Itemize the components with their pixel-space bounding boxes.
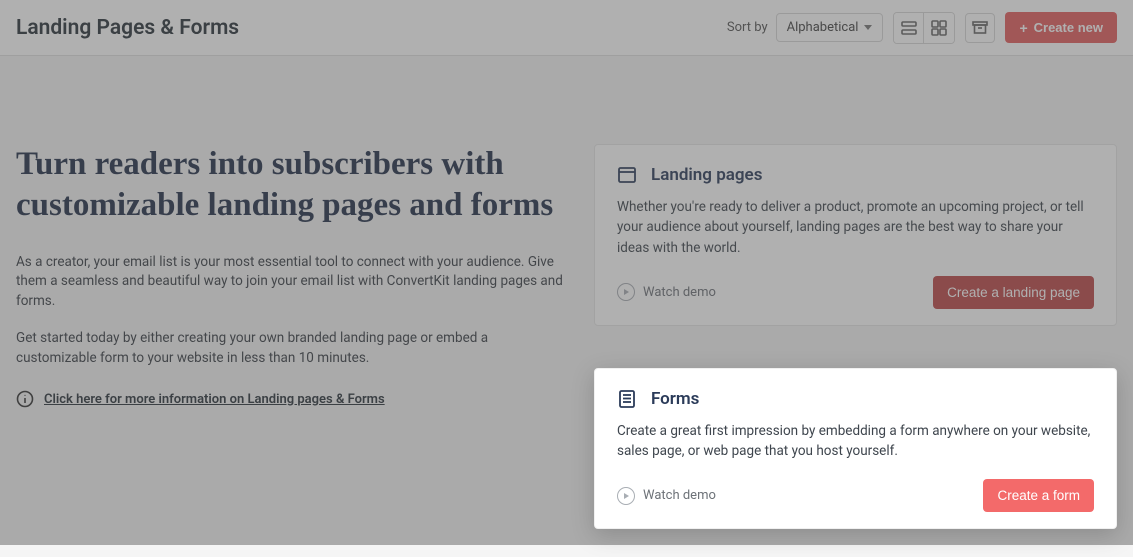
grid-icon [931,20,947,36]
info-icon [16,390,34,408]
sort-by-label: Sort by [727,20,768,35]
watch-demo-label: Watch demo [643,285,716,300]
hero-headline: Turn readers into subscribers with custo… [16,144,564,227]
play-icon [617,283,635,301]
hero-section: Turn readers into subscribers with custo… [4,84,564,529]
create-new-label: Create new [1034,20,1103,35]
card-footer: Watch demo Create a form [617,479,1094,512]
view-grid-button[interactable] [924,13,954,43]
card-title: Landing pages [651,165,762,185]
watch-demo-link[interactable]: Watch demo [617,283,716,301]
card-description: Create a great first impression by embed… [617,421,1094,462]
watch-demo-link[interactable]: Watch demo [617,487,716,505]
landing-pages-card: Landing pages Whether you're ready to de… [594,144,1117,326]
info-link[interactable]: Click here for more information on Landi… [44,392,385,407]
page-title: Landing Pages & Forms [16,16,727,40]
card-header: Landing pages [617,165,1094,185]
create-new-button[interactable]: + Create new [1005,12,1117,43]
sort-select[interactable]: Alphabetical [776,13,884,42]
card-header: Forms [617,389,1094,409]
archive-button[interactable] [965,13,995,43]
play-icon [617,487,635,505]
create-landing-page-button[interactable]: Create a landing page [933,276,1094,309]
view-toggle-group [893,12,955,44]
landing-page-icon [617,165,637,185]
cards-column: Landing pages Whether you're ready to de… [594,84,1117,529]
chevron-down-icon [864,25,872,30]
form-icon [617,389,637,409]
hero-paragraph-2: Get started today by either creating you… [16,329,564,368]
list-icon [901,20,917,36]
topbar: Landing Pages & Forms Sort by Alphabetic… [0,0,1133,56]
card-title: Forms [651,389,699,409]
plus-icon: + [1019,21,1027,35]
info-row: Click here for more information on Landi… [16,390,564,408]
sort-select-value: Alphabetical [787,20,859,35]
card-footer: Watch demo Create a landing page [617,276,1094,309]
watch-demo-label: Watch demo [643,488,716,503]
archive-icon [972,20,988,36]
hero-paragraph-1: As a creator, your email list is your mo… [16,253,564,312]
view-list-button[interactable] [894,13,924,43]
main-content: Turn readers into subscribers with custo… [0,56,1133,557]
card-description: Whether you're ready to deliver a produc… [617,197,1094,258]
create-form-button[interactable]: Create a form [983,479,1094,512]
forms-card: Forms Create a great first impression by… [594,368,1117,530]
